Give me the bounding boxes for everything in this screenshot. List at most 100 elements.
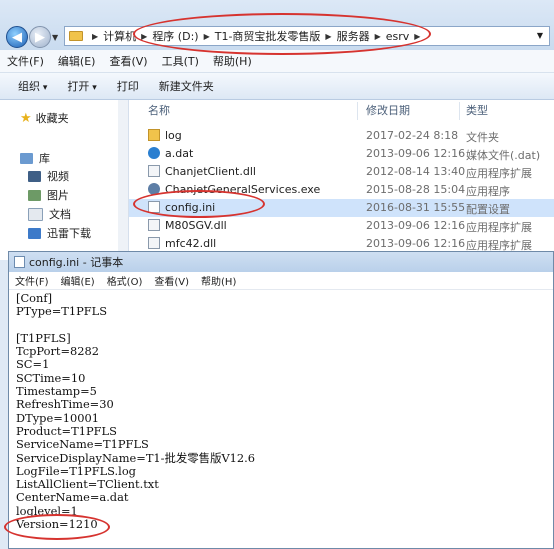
text-line: ListAllClient=TClient.txt xyxy=(16,477,159,492)
file-date: 2013-09-06 12:16 xyxy=(366,237,466,250)
navigation-pane: ★ 收藏夹 库 视频 图片 文档 迅雷下载 xyxy=(0,100,129,260)
nav-downloads-label: 迅雷下载 xyxy=(47,227,91,240)
file-type: 应用程序 xyxy=(466,185,510,198)
nav-favorites[interactable]: ★ 收藏夹 xyxy=(20,110,69,126)
notepad-icon xyxy=(14,256,25,268)
text-line: ServiceName=T1PFLS xyxy=(16,437,149,452)
chevron-right-icon[interactable]: ▶ xyxy=(141,32,147,41)
file-name: a.dat xyxy=(165,147,194,160)
nav-favorites-label: 收藏夹 xyxy=(35,112,69,125)
open-button[interactable]: 打开 xyxy=(57,78,106,94)
breadcrumb-server[interactable]: 服务器 xyxy=(337,28,370,44)
file-name: M80SGV.dll xyxy=(165,219,227,232)
np-menu-format[interactable]: 格式(O) xyxy=(101,273,149,288)
notepad-title: config.ini - 记事本 xyxy=(29,256,124,269)
text-line: DType=10001 xyxy=(16,410,99,425)
menu-file[interactable]: 文件(F) xyxy=(0,53,51,69)
pictures-icon xyxy=(28,189,41,201)
nav-scrollbar[interactable] xyxy=(118,100,128,260)
print-button[interactable]: 打印 xyxy=(107,78,149,94)
chevron-right-icon[interactable]: ▶ xyxy=(414,32,420,41)
column-divider xyxy=(357,102,358,120)
text-line: TcpPort=8282 xyxy=(16,344,99,359)
notepad-titlebar[interactable]: config.ini - 记事本 xyxy=(9,252,553,272)
dll-file-icon xyxy=(148,219,160,231)
np-menu-file[interactable]: 文件(F) xyxy=(9,273,55,288)
file-date: 2013-09-06 12:16 xyxy=(366,219,466,232)
text-line: [T1PFLS] xyxy=(16,330,71,345)
file-type: 媒体文件(.dat) xyxy=(466,149,541,162)
media-file-icon xyxy=(148,147,160,159)
notepad-window: config.ini - 记事本 文件(F) 编辑(E) 格式(O) 查看(V)… xyxy=(8,251,554,549)
file-date: 2016-08-31 15:55 xyxy=(366,201,466,214)
breadcrumb-esrv[interactable]: esrv xyxy=(386,30,410,43)
nav-library[interactable]: 库 xyxy=(20,150,50,166)
breadcrumb-drive-d[interactable]: 程序 (D:) xyxy=(152,28,198,44)
column-divider xyxy=(459,102,460,120)
address-bar[interactable]: ▶ 计算机 ▶ 程序 (D:) ▶ T1-商贸宝批发零售版 ▶ 服务器 ▶ es… xyxy=(64,26,550,46)
text-line: Timestamp=5 xyxy=(16,384,97,399)
download-icon xyxy=(28,227,41,239)
nav-documents[interactable]: 文档 xyxy=(28,206,71,222)
menu-edit[interactable]: 编辑(E) xyxy=(51,53,103,69)
file-type: 应用程序扩展 xyxy=(466,221,532,234)
file-row[interactable]: M80SGV.dll 2013-09-06 12:16 应用程序扩展 xyxy=(129,217,554,235)
breadcrumb-t1-folder[interactable]: T1-商贸宝批发零售版 xyxy=(215,28,321,44)
nav-video[interactable]: 视频 xyxy=(28,168,69,184)
text-line: RefreshTime=30 xyxy=(16,397,114,412)
chevron-down-icon[interactable]: ▼ xyxy=(537,31,543,40)
video-icon xyxy=(28,170,41,182)
np-menu-view[interactable]: 查看(V) xyxy=(148,273,195,288)
nav-library-label: 库 xyxy=(39,152,50,165)
notepad-menubar: 文件(F) 编辑(E) 格式(O) 查看(V) 帮助(H) xyxy=(9,272,553,290)
recent-pages-dropdown-icon[interactable]: ▼ xyxy=(52,33,58,42)
exe-file-icon xyxy=(148,183,160,195)
file-row[interactable]: ChanjetGeneralServices.exe 2015-08-28 15… xyxy=(129,181,554,199)
np-menu-help[interactable]: 帮助(H) xyxy=(195,273,242,288)
file-type: 文件夹 xyxy=(466,131,499,144)
chevron-right-icon[interactable]: ▶ xyxy=(375,32,381,41)
back-button[interactable]: ◀ xyxy=(6,26,28,48)
organize-button[interactable]: 组织 xyxy=(0,78,57,94)
file-type: 配置设置 xyxy=(466,203,510,216)
file-row[interactable]: a.dat 2013-09-06 12:16 媒体文件(.dat) xyxy=(129,145,554,163)
address-row: ◀ ▶ ▼ ▶ 计算机 ▶ 程序 (D:) ▶ T1-商贸宝批发零售版 ▶ 服务… xyxy=(0,0,554,50)
file-date: 2012-08-14 13:40 xyxy=(366,165,466,178)
nav-downloads[interactable]: 迅雷下载 xyxy=(28,225,91,241)
chevron-right-icon[interactable]: ▶ xyxy=(204,32,210,41)
text-line: SCTime=10 xyxy=(16,370,86,385)
text-line: CenterName=a.dat xyxy=(16,490,129,505)
np-menu-edit[interactable]: 编辑(E) xyxy=(55,273,101,288)
breadcrumb-computer[interactable]: 计算机 xyxy=(103,28,136,44)
file-name: ChanjetGeneralServices.exe xyxy=(165,183,321,196)
file-row[interactable]: ChanjetClient.dll 2012-08-14 13:40 应用程序扩… xyxy=(129,163,554,181)
column-type[interactable]: 类型 xyxy=(466,100,488,122)
new-folder-button[interactable]: 新建文件夹 xyxy=(149,78,224,94)
chevron-right-icon[interactable]: ▶ xyxy=(325,32,331,41)
file-list: 名称 修改日期 类型 log 2017-02-24 8:18 文件夹 a.dat… xyxy=(129,100,554,260)
nav-pictures-label: 图片 xyxy=(47,189,69,202)
forward-button[interactable]: ▶ xyxy=(29,26,51,48)
explorer-menubar: 文件(F) 编辑(E) 查看(V) 工具(T) 帮助(H) xyxy=(0,50,554,73)
file-name: mfc42.dll xyxy=(165,237,217,250)
menu-tools[interactable]: 工具(T) xyxy=(155,53,206,69)
column-date[interactable]: 修改日期 xyxy=(366,100,410,122)
notepad-text-area[interactable]: [Conf] PType=T1PFLS [T1PFLS] TcpPort=828… xyxy=(16,291,255,531)
file-row-selected[interactable]: config.ini 2016-08-31 15:55 配置设置 xyxy=(129,199,554,217)
library-icon xyxy=(20,152,33,164)
nav-pictures[interactable]: 图片 xyxy=(28,187,69,203)
folder-icon xyxy=(148,129,160,141)
menu-help[interactable]: 帮助(H) xyxy=(206,53,259,69)
file-type: 应用程序扩展 xyxy=(466,167,532,180)
text-line xyxy=(16,319,255,332)
text-line: [Conf] xyxy=(16,291,53,305)
text-line: PType=T1PFLS xyxy=(16,304,108,319)
file-row[interactable]: log 2017-02-24 8:18 文件夹 xyxy=(129,127,554,145)
chevron-right-icon[interactable]: ▶ xyxy=(92,32,98,41)
file-name: ChanjetClient.dll xyxy=(165,165,256,178)
menu-view[interactable]: 查看(V) xyxy=(102,53,154,69)
explorer-toolbar: 组织 打开 打印 新建文件夹 xyxy=(0,73,554,100)
column-name[interactable]: 名称 xyxy=(148,100,170,122)
documents-icon xyxy=(28,207,43,221)
text-line: LogFile=T1PFLS.log xyxy=(16,463,136,478)
